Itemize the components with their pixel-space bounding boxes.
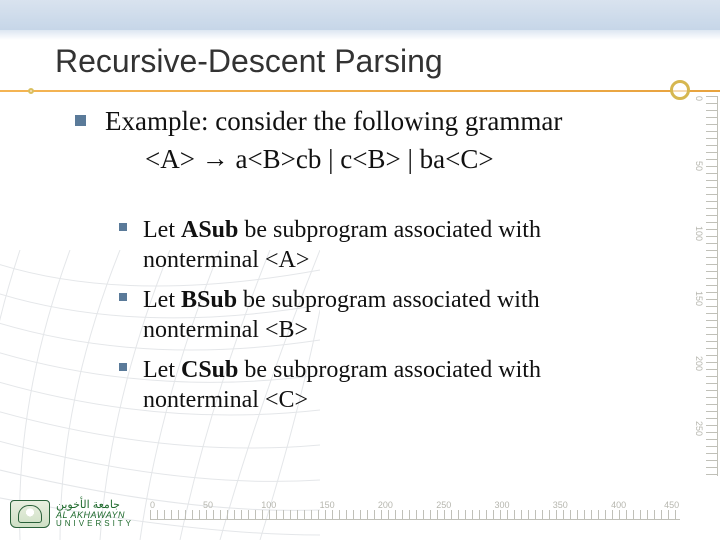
grammar-rhs: a<B>cb | c<B> | ba<C>: [235, 144, 493, 174]
bullet-level2: Let BSub be subprogram associated with n…: [143, 285, 660, 345]
sub-name: ASub: [181, 217, 238, 243]
ruler-label: 150: [320, 500, 335, 510]
slide-title: Recursive-Descent Parsing: [55, 43, 443, 80]
ruler-label: 150: [694, 291, 704, 306]
sub-text: Let CSub be subprogram associated with n…: [143, 355, 660, 415]
ruler-label: 200: [378, 500, 393, 510]
ruler-label: 200: [694, 356, 704, 371]
sub-text: Let ASub be subprogram associated with n…: [143, 215, 660, 275]
ruler-label: 50: [694, 161, 704, 171]
ruler-label: 100: [694, 226, 704, 241]
ruler-label: 250: [694, 421, 704, 436]
sub-text: Let BSub be subprogram associated with n…: [143, 285, 660, 345]
arrow-icon: →: [202, 142, 229, 176]
bullet-level2: Let CSub be subprogram associated with n…: [143, 355, 660, 415]
bullet-level2: Let ASub be subprogram associated with n…: [143, 215, 660, 275]
vertical-ruler: 0 50 100 150 200 250: [692, 96, 718, 476]
logo-text: جامعة الأخوين AL AKHAWAYN UNIVERSITY: [56, 500, 134, 528]
prefix: Let: [143, 287, 181, 313]
square-bullet-icon: [75, 115, 86, 126]
sub-bullets: Let ASub be subprogram associated with n…: [143, 215, 660, 415]
nonterminal: <C>: [265, 387, 308, 413]
prefix: Let: [143, 217, 181, 243]
ruler-label: 450: [664, 500, 679, 510]
nonterminal: <B>: [265, 317, 308, 343]
ruler-label: 0: [694, 96, 704, 101]
ruler-ticks: [706, 96, 718, 476]
accent-circle-large: [670, 80, 690, 100]
ruler-label: 100: [261, 500, 276, 510]
logo-en-bot: UNIVERSITY: [56, 520, 134, 528]
ruler-labels: 0 50 100 150 200 250 300 350 400 450: [150, 498, 680, 510]
ruler-label: 400: [611, 500, 626, 510]
square-bullet-icon: [119, 223, 127, 231]
ruler-label: 250: [436, 500, 451, 510]
content-area: Example: consider the following grammar …: [105, 105, 660, 425]
intro-text: Example: consider the following grammar: [105, 105, 660, 139]
ruler-ticks: [150, 510, 680, 520]
sub-name: CSub: [181, 357, 238, 383]
university-logo: جامعة الأخوين AL AKHAWAYN UNIVERSITY: [10, 500, 134, 528]
logo-emblem-icon: [10, 500, 50, 528]
ruler-label: 350: [553, 500, 568, 510]
square-bullet-icon: [119, 363, 127, 371]
sub-name: BSub: [181, 287, 237, 313]
accent-circle-small: [28, 88, 34, 94]
nonterminal: <A>: [265, 247, 309, 273]
square-bullet-icon: [119, 293, 127, 301]
ruler-label: 0: [150, 500, 155, 510]
title-underline: [0, 90, 720, 92]
grammar-rule: <A> → a<B>cb | c<B> | ba<C>: [145, 143, 660, 177]
top-band: [0, 0, 720, 30]
prefix: Let: [143, 357, 181, 383]
bullet-level1: Example: consider the following grammar …: [105, 105, 660, 177]
ruler-label: 300: [495, 500, 510, 510]
grammar-lhs: <A>: [145, 144, 195, 174]
ruler-label: 50: [203, 500, 213, 510]
horizontal-ruler: 0 50 100 150 200 250 300 350 400 450: [150, 498, 680, 520]
slide: Recursive-Descent Parsing Example: consi…: [0, 0, 720, 540]
